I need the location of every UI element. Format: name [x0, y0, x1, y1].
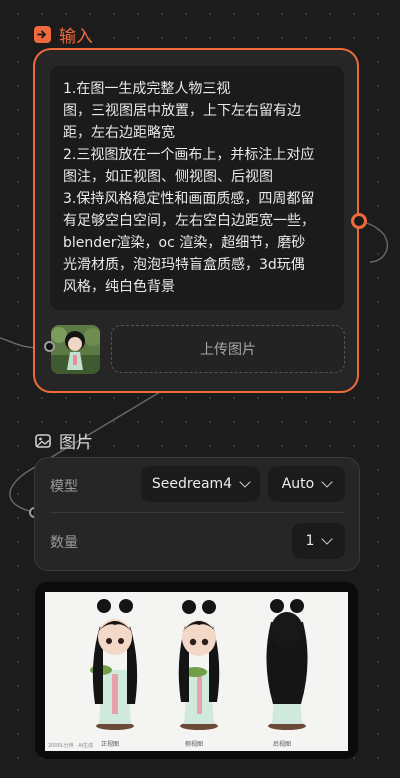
model-value: Seedream4 [151, 476, 233, 492]
chevron-down-icon [321, 476, 333, 488]
model-label: 模型 [50, 479, 78, 495]
image-node-label: 图片 [59, 433, 93, 453]
figure-three-views-icon [90, 599, 308, 730]
generated-three-view-image: 正视图 侧视图 后视图 2000L分辨 · AI生成 [45, 592, 348, 751]
watermark: 2000L分辨 · AI生成 [48, 743, 94, 749]
prompt-line: 1.在图一生成完整人物三视 [63, 81, 231, 97]
output-port[interactable] [351, 213, 367, 229]
generated-image-card[interactable]: 正视图 侧视图 后视图 2000L分辨 · AI生成 [35, 582, 358, 759]
prompt-line: 光滑材质，泡泡玛特盲盒质感，3d玩偶 [63, 257, 305, 273]
chevron-down-icon [321, 533, 334, 545]
input-node-title: 输入 [34, 22, 93, 47]
prompt-textarea[interactable]: 1.在图一生成完整人物三视 图，三视图居中放置，上下左右留有边 距，左右边距略宽… [50, 66, 344, 310]
input-node[interactable]: 1.在图一生成完整人物三视 图，三视图居中放置，上下左右留有边 距，左右边距略宽… [33, 48, 359, 393]
prompt-line: blender渲染，oc 渲染，超细节，磨砂 [63, 235, 306, 251]
reference-image-thumbnail[interactable] [51, 325, 100, 374]
settings-divider [50, 512, 344, 513]
count-value: 1 [305, 533, 315, 549]
input-arrow-icon [34, 26, 51, 43]
model-select[interactable]: Seedream4 [141, 466, 260, 502]
generation-settings: 模型 Seedream4 Auto 数量 1 [34, 457, 360, 571]
back-view-caption: 后视图 [273, 741, 292, 748]
upload-image-button[interactable]: 上传图片 [111, 325, 345, 373]
prompt-line: 有足够空白空间，左右空白边距宽一些， [63, 213, 315, 229]
side-view-caption: 侧视图 [185, 741, 204, 748]
prompt-line: 3.保持风格稳定性和画面质感，四周都留 [63, 191, 315, 207]
size-select[interactable]: Auto [268, 466, 345, 502]
prompt-line: 图注，如正视图、侧视图、后视图 [63, 169, 273, 185]
size-value: Auto [281, 476, 315, 492]
prompt-line: 图，三视图居中放置，上下左右留有边 [63, 103, 301, 119]
count-select[interactable]: 1 [292, 523, 345, 559]
count-label: 数量 [50, 535, 78, 551]
input-port[interactable] [44, 341, 55, 352]
input-node-label: 输入 [59, 27, 93, 47]
chevron-down-icon [239, 476, 251, 488]
image-node-title: 图片 [34, 428, 93, 453]
image-icon [34, 432, 51, 449]
prompt-line: 风格，纯白色背景 [63, 279, 175, 295]
front-view-caption: 正视图 [101, 741, 120, 748]
prompt-line: 2.三视图放在一个画布上，并标注上对应 [63, 147, 315, 163]
prompt-line: 距，左右边距略宽 [63, 125, 175, 141]
